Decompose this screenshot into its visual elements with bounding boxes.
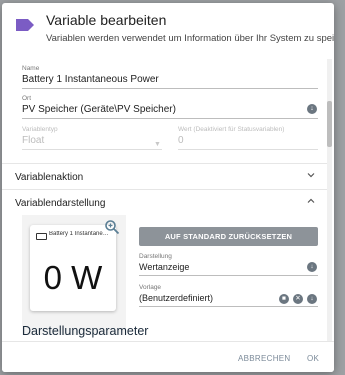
reset-to-default-button[interactable]: AUF STANDARD ZURÜCKSETZEN	[139, 227, 318, 246]
section-variable-action-title: Variablenaktion	[15, 172, 84, 183]
chevron-up-icon[interactable]	[306, 196, 316, 206]
template-clear-icon[interactable]: ✕	[293, 294, 303, 304]
variable-type-underline	[22, 149, 162, 150]
section-variable-action[interactable]: Variablenaktion	[2, 163, 330, 190]
template-label: Vorlage	[139, 284, 162, 291]
name-field[interactable]: Name Battery 1 Instantaneous Power	[22, 65, 318, 89]
template-select-icon[interactable]: ↓	[307, 294, 317, 304]
location-label: Ort	[22, 95, 32, 102]
edit-variable-dialog: Variable bearbeiten Variablen werden ver…	[2, 3, 334, 372]
display-parameters-heading: Darstellungsparameter	[22, 324, 149, 338]
dialog-footer: ABBRECHEN OK	[2, 341, 334, 372]
display-type-label: Darstellung	[139, 253, 172, 260]
dialog-scrollbar[interactable]	[327, 59, 332, 341]
tag-icon	[16, 19, 34, 31]
display-type-value[interactable]: Wertanzeige	[139, 262, 318, 272]
preview-tile-value: 0 W	[43, 259, 103, 296]
display-type-select-button[interactable]: ↓	[307, 262, 317, 272]
value-field: Wert (Deaktiviert für Statusvariablen) 0	[178, 126, 318, 150]
scrollbar-thumb[interactable]	[327, 101, 332, 147]
value-underline	[178, 149, 318, 150]
zoom-in-icon[interactable]	[104, 219, 120, 235]
dialog-header: Variable bearbeiten Variablen werden ver…	[2, 3, 334, 51]
preview-tile-label: Battery 1 Instantaneous Power	[49, 231, 111, 237]
location-underline	[22, 118, 318, 119]
template-underline	[139, 306, 318, 307]
template-value[interactable]: (Benutzerdefiniert)	[139, 293, 318, 303]
name-underline	[22, 88, 318, 89]
value-label: Wert (Deaktiviert für Statusvariablen)	[178, 126, 285, 133]
ok-button[interactable]: OK	[307, 354, 319, 363]
name-value[interactable]: Battery 1 Instantaneous Power	[22, 74, 318, 85]
chevron-down-icon[interactable]	[306, 170, 316, 180]
dialog-title: Variable bearbeiten	[46, 12, 167, 28]
display-type-underline	[139, 275, 318, 276]
name-label: Name	[22, 65, 40, 72]
display-type-field[interactable]: Darstellung Wertanzeige	[139, 253, 318, 276]
variable-type-label: Variablentyp	[22, 126, 58, 133]
template-save-icon[interactable]: ■	[279, 294, 289, 304]
section-variable-display[interactable]: Variablendarstellung	[2, 189, 330, 216]
dialog-subtitle: Variablen werden verwendet um Informatio…	[46, 33, 334, 44]
template-field[interactable]: Vorlage (Benutzerdefiniert)	[139, 284, 318, 307]
variable-type-value: Float	[22, 135, 45, 146]
location-value[interactable]: PV Speicher (Geräte\PV Speicher)	[22, 104, 318, 115]
location-select-button[interactable]: ↓	[307, 104, 317, 114]
dropdown-arrow-icon: ▼	[154, 141, 161, 148]
cancel-button[interactable]: ABBRECHEN	[238, 354, 291, 363]
value-value: 0	[178, 135, 184, 146]
variable-type-field: Variablentyp Float	[22, 126, 162, 150]
section-variable-display-title: Variablendarstellung	[15, 198, 106, 209]
preview-tile: Battery 1 Instantaneous Power 0 W	[30, 225, 116, 311]
battery-icon	[36, 233, 47, 240]
location-field[interactable]: Ort PV Speicher (Geräte\PV Speicher)	[22, 95, 318, 119]
